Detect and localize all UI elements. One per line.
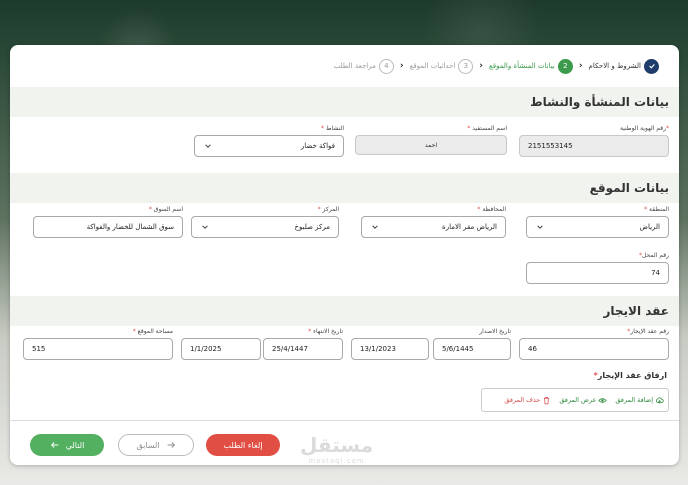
step-label: الشروط و الاحكام <box>588 62 641 70</box>
region-select[interactable]: الرياض <box>526 216 669 238</box>
stepper: الشروط و الاحكام ‹ 2 بيانات المنشأة والم… <box>334 55 659 77</box>
step-label: احداثيات الموقع <box>409 62 456 70</box>
add-attachment-button[interactable]: إضافة المرفق <box>615 396 664 405</box>
arrow-left-icon <box>50 442 59 448</box>
section-title-location: بيانات الموقع <box>10 173 679 203</box>
previous-button[interactable]: السابق <box>118 434 194 456</box>
contract-number-input[interactable]: 46 <box>519 338 669 360</box>
site-area-field: مساحة الموقع * 515 <box>23 328 173 362</box>
governorate-field: المحافظة * الرياض مقر الامارة <box>361 206 506 240</box>
section-title-lease: عقد الايجار <box>10 296 679 326</box>
trash-icon <box>544 396 550 404</box>
section-title-facility: بيانات المنشأة والنشاط <box>10 87 679 117</box>
attachment-title: ارفاق عقد الإيجار* <box>593 371 667 380</box>
watermark: مستقل mostaql.com <box>300 433 374 465</box>
view-attachment-button[interactable]: عرض المرفق <box>559 396 608 405</box>
arrow-right-icon <box>167 442 175 448</box>
center-field: المركز * مركز صلبوخ <box>191 206 339 240</box>
form-card: الشروط و الاحكام ‹ 2 بيانات المنشأة والم… <box>10 45 679 465</box>
cancel-request-button[interactable]: إلغاء الطلب <box>206 434 280 456</box>
step-number: 3 <box>458 58 474 74</box>
attachment-box: إضافة المرفق عرض المرفق حذف المرفق <box>481 388 669 412</box>
chevron-down-icon <box>535 222 545 232</box>
national-id-input[interactable]: 2151553145 <box>519 135 669 157</box>
shop-number-input[interactable]: 74 <box>526 262 669 284</box>
activity-field: النشاط * فواكة خضار <box>194 125 344 159</box>
end-date-field: تاريخ الانتهاء * 25/4/1447 1/1/2025 <box>181 328 343 362</box>
step-coordinates[interactable]: 3 احداثيات الموقع <box>409 58 474 74</box>
issue-date-gregorian-input[interactable]: 13/1/2023 <box>351 338 429 360</box>
shop-number-field: رقم المحل* 74 <box>526 252 669 286</box>
issue-date-field: تاريخ الاصدار 5/6/1445 13/1/2023 <box>351 328 511 362</box>
national-id-field: *رقم الهوية الوطنية 2151553145 <box>519 125 669 159</box>
step-facility-location[interactable]: 2 بيانات المنشأة والموقع <box>489 58 573 74</box>
step-label: مراجعة الطلب <box>333 62 376 70</box>
governorate-select[interactable]: الرياض مقر الامارة <box>361 216 506 238</box>
beneficiary-name-input[interactable]: احمد <box>355 135 507 155</box>
chevron-left-icon: ‹ <box>479 61 484 71</box>
market-name-input[interactable]: سوق الشمال للخضار والفواكة <box>33 216 183 238</box>
delete-attachment-button[interactable]: حذف المرفق <box>504 396 551 405</box>
contract-number-field: رقم عقد الإيجار* 46 <box>519 328 669 362</box>
market-name-field: اسم السوق * سوق الشمال للخضار والفواكة <box>33 206 183 240</box>
site-area-input[interactable]: 515 <box>23 338 173 360</box>
step-label: بيانات المنشأة والموقع <box>489 62 555 70</box>
activity-select[interactable]: فواكة خضار <box>194 135 344 157</box>
end-date-hijri-input[interactable]: 25/4/1447 <box>263 338 343 360</box>
next-button[interactable]: التالي <box>30 434 104 456</box>
chevron-down-icon <box>203 141 213 151</box>
issue-date-hijri-input[interactable]: 5/6/1445 <box>433 338 511 360</box>
step-number: 2 <box>557 58 573 74</box>
beneficiary-name-field: اسم المستفيد * احمد <box>355 125 507 159</box>
center-select[interactable]: مركز صلبوخ <box>191 216 339 238</box>
check-icon <box>644 58 659 74</box>
step-review[interactable]: 4 مراجعة الطلب <box>333 58 394 74</box>
chevron-down-icon <box>370 222 380 232</box>
eye-icon <box>598 397 608 403</box>
end-date-gregorian-input[interactable]: 1/1/2025 <box>181 338 261 360</box>
chevron-down-icon <box>200 222 210 232</box>
chevron-left-icon: ‹ <box>578 61 583 71</box>
step-number: 4 <box>378 58 394 74</box>
step-terms[interactable]: الشروط و الاحكام <box>588 58 659 74</box>
region-field: المنطقة * الرياض <box>526 206 669 240</box>
upload-cloud-icon <box>655 396 664 403</box>
chevron-left-icon: ‹ <box>399 61 404 71</box>
